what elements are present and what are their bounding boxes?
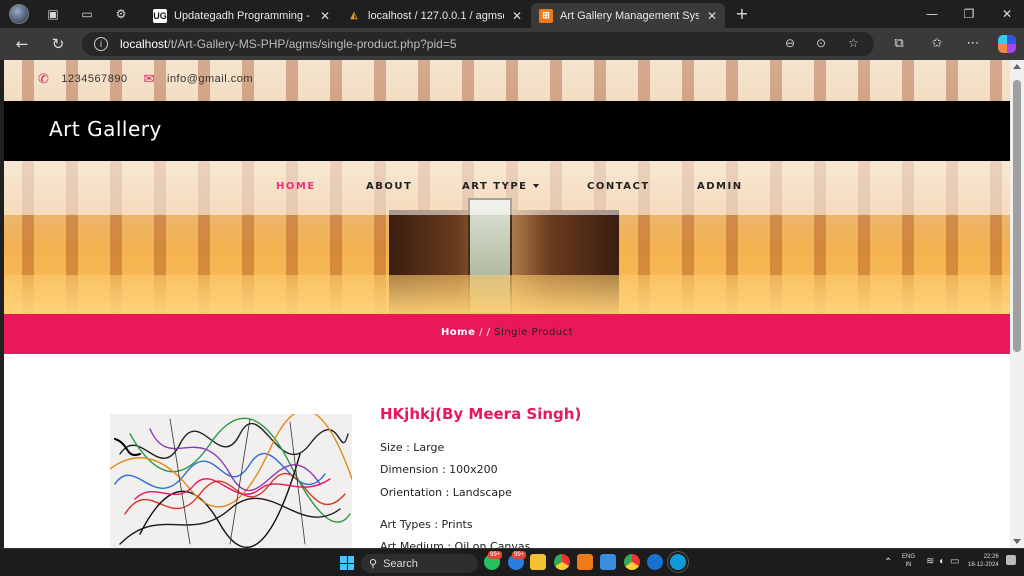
- email-icon: ✉: [143, 71, 155, 86]
- copilot-tab-icon[interactable]: ⚙: [110, 4, 132, 24]
- nav-art-type-label: ART TYPE: [462, 181, 528, 192]
- breadcrumb-separator: / /: [475, 327, 495, 338]
- artwork-scribble: [110, 414, 352, 548]
- updategadh-favicon-icon: UG: [153, 8, 167, 23]
- nav-contact[interactable]: CONTACT: [587, 181, 650, 192]
- region-code: IN: [905, 562, 912, 568]
- search-label: Search: [383, 557, 418, 570]
- tab-close-icon[interactable]: ✕: [512, 9, 522, 23]
- phone-icon: ✆: [38, 71, 50, 86]
- tab-updategadh[interactable]: UG Updategadh Programming - Upd ✕: [145, 3, 338, 28]
- wifi-icon[interactable]: ≋: [926, 556, 934, 567]
- tab-phpmyadmin[interactable]: ◭ localhost / 127.0.0.1 / agmsdb | p ✕: [339, 3, 530, 28]
- url-path: /t/Art-Gallery-MS-PHP/agms/single-produc…: [167, 37, 457, 51]
- windows-start-icon[interactable]: [340, 556, 354, 570]
- favorites-icon[interactable]: ✩: [926, 34, 948, 54]
- clock[interactable]: 22:26 18-12-2024: [968, 553, 999, 569]
- tab-art-gallery[interactable]: ⊞ Art Gallery Management System ✕: [531, 3, 725, 28]
- tab-title: Updategadh Programming - Upd: [174, 9, 312, 22]
- phpmyadmin-favicon-icon: ◭: [350, 10, 358, 20]
- site-logo[interactable]: Art Gallery: [49, 117, 162, 141]
- windows-taskbar: ⚲ Search 99+ 99+ ⌃ ENG IN ≋ ◖ ▭ 22:26 18…: [0, 548, 1024, 576]
- email-address: info@gmail.com: [167, 73, 254, 85]
- browser-tab-bar: ▣ ▭ ⚙ UG Updategadh Programming - Upd ✕ …: [0, 0, 1024, 28]
- reading-mode-icon[interactable]: ⊙: [816, 36, 826, 50]
- chrome-icon[interactable]: [554, 554, 570, 570]
- tray-overflow-icon[interactable]: ⌃: [884, 557, 892, 568]
- contact-bar: ✆ 1234567890 ✉ info@gmail.com: [38, 71, 253, 87]
- nav-art-type[interactable]: ART TYPE: [462, 181, 539, 192]
- copilot-icon[interactable]: [996, 34, 1018, 54]
- search-icon: ⚲: [369, 558, 378, 570]
- url-input[interactable]: i localhost/t/Art-Gallery-MS-PHP/agms/si…: [82, 32, 874, 56]
- avatar-image: [9, 4, 29, 24]
- url-host: localhost: [120, 37, 168, 51]
- scrollbar-thumb[interactable]: [1013, 80, 1021, 352]
- site-info-icon[interactable]: i: [94, 37, 108, 51]
- nav-about[interactable]: ABOUT: [366, 181, 412, 192]
- brand-bar: Art Gallery: [4, 101, 1010, 161]
- profile-avatar[interactable]: [8, 4, 30, 24]
- battery-icon[interactable]: ▭: [950, 556, 959, 567]
- edge-icon[interactable]: [670, 554, 686, 570]
- language-indicator[interactable]: ENG IN: [902, 553, 915, 569]
- caret-down-icon: [532, 184, 539, 188]
- edge-alt-icon[interactable]: [647, 554, 663, 570]
- notepad-icon[interactable]: [600, 554, 616, 570]
- language-code: ENG: [902, 554, 916, 560]
- product-size: Size : Large: [380, 441, 445, 454]
- scroll-down-arrow-icon[interactable]: [1013, 539, 1021, 544]
- zoom-icon[interactable]: ⊖: [785, 36, 795, 50]
- minimize-icon[interactable]: —: [917, 4, 947, 24]
- product-art-medium: Art Medium : Oil on Canvas: [380, 540, 531, 548]
- breadcrumb: Home / / Single Product: [4, 327, 1010, 338]
- main-nav: HOME ABOUT ART TYPE CONTACT ADMIN: [4, 161, 1010, 215]
- web-page: ✆ 1234567890 ✉ info@gmail.com Art Galler…: [4, 60, 1010, 548]
- back-arrow-icon[interactable]: ←: [11, 34, 33, 54]
- more-menu-icon[interactable]: ⋯: [962, 34, 984, 54]
- product-orientation: Orientation : Landscape: [380, 486, 512, 499]
- breadcrumb-home[interactable]: Home: [441, 327, 475, 338]
- xampp-favicon-icon: ⊞: [539, 8, 553, 23]
- clock-time: 22:26: [983, 554, 999, 560]
- new-tab-button[interactable]: +: [733, 4, 751, 24]
- nav-home[interactable]: HOME: [276, 181, 316, 192]
- taskbar-search[interactable]: ⚲ Search: [361, 554, 478, 573]
- phone-number: 1234567890: [61, 73, 128, 85]
- extensions-icon[interactable]: ⧉: [888, 34, 910, 54]
- volume-icon[interactable]: ◖: [938, 556, 944, 567]
- clock-date: 18-12-2024: [968, 562, 999, 568]
- whatsapp-badge: 99+: [488, 551, 503, 559]
- breadcrumb-bar: Home / / Single Product: [4, 314, 1010, 354]
- refresh-icon[interactable]: ↻: [47, 34, 69, 54]
- chrome-profile-icon[interactable]: [624, 554, 640, 570]
- notification-icon[interactable]: [1006, 555, 1016, 565]
- product-image[interactable]: [110, 414, 352, 548]
- messenger-badge: 99+: [512, 551, 527, 559]
- close-window-icon[interactable]: ✕: [992, 4, 1022, 24]
- nav-admin[interactable]: ADMIN: [697, 181, 743, 192]
- product-title: HKjhkj(By Meera Singh): [380, 405, 582, 423]
- favorite-star-icon[interactable]: ☆: [848, 36, 859, 50]
- page-scrollbar[interactable]: [1010, 60, 1024, 548]
- browser-address-bar: ← ↻ i localhost/t/Art-Gallery-MS-PHP/agm…: [0, 28, 1024, 60]
- tab-actions-icon[interactable]: ▭: [76, 4, 98, 24]
- scroll-up-arrow-icon[interactable]: [1013, 64, 1021, 69]
- breadcrumb-current: Single Product: [494, 327, 574, 338]
- tab-bar-left-controls: ▣ ▭ ⚙: [8, 4, 144, 24]
- hero-floor: [4, 275, 1010, 314]
- product-dimension: Dimension : 100x200: [380, 463, 498, 476]
- file-explorer-icon[interactable]: [530, 554, 546, 570]
- restore-icon[interactable]: ❐: [954, 4, 984, 24]
- tab-close-icon[interactable]: ✕: [320, 9, 330, 23]
- workspaces-icon[interactable]: ▣: [42, 4, 64, 24]
- tab-title: localhost / 127.0.0.1 / agmsdb | p: [368, 9, 504, 22]
- tab-close-icon[interactable]: ✕: [707, 9, 717, 23]
- tab-title: Art Gallery Management System: [560, 9, 699, 22]
- xampp-icon[interactable]: [577, 554, 593, 570]
- product-art-types: Art Types : Prints: [380, 518, 473, 531]
